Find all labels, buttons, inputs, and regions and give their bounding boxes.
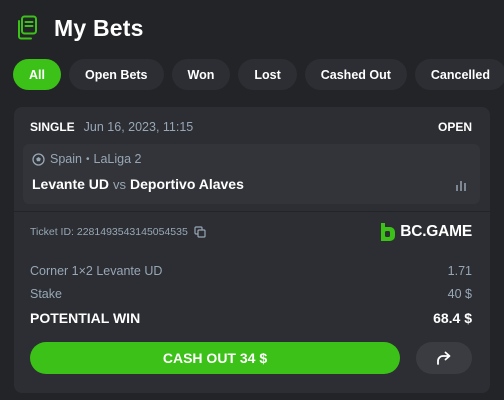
- page-title: My Bets: [54, 14, 144, 41]
- ticket-id-text: Ticket ID: 2281493543145054535: [30, 226, 188, 238]
- bet-type: SINGLE: [30, 120, 75, 134]
- stake-label: Stake: [30, 287, 62, 301]
- soccer-ball-icon: [32, 152, 45, 166]
- tab-open-bets[interactable]: Open Bets: [69, 59, 164, 90]
- page-header: My Bets: [16, 10, 144, 46]
- match-league: LaLiga 2: [93, 152, 142, 166]
- tab-lost[interactable]: Lost: [238, 59, 297, 90]
- stats-chart-icon[interactable]: [454, 179, 468, 191]
- card-divider: [14, 211, 490, 212]
- brand-name: BC.GAME: [400, 223, 472, 240]
- league-info: Spain • LaLiga 2: [32, 152, 141, 166]
- selection-odds: 1.71: [447, 264, 472, 278]
- home-team: Levante UD: [32, 176, 110, 192]
- selection-row: Corner 1×2 Levante UD 1.71: [30, 262, 472, 280]
- tab-all[interactable]: All: [13, 59, 61, 90]
- share-button[interactable]: [416, 342, 472, 374]
- stake-row: Stake 40 $: [30, 285, 472, 303]
- separator-dot: •: [85, 153, 90, 165]
- match-country: Spain: [50, 152, 82, 166]
- bets-list-icon: [16, 14, 42, 42]
- tab-cashed-out[interactable]: Cashed Out: [304, 59, 407, 90]
- potential-win-row: POTENTIAL WIN 68.4 $: [30, 309, 472, 327]
- match-teams: Levante UD vs Deportivo Alaves: [32, 176, 244, 192]
- bet-card: SINGLE Jun 16, 2023, 11:15 OPEN Spain • …: [14, 107, 490, 393]
- away-team: Deportivo Alaves: [130, 176, 244, 192]
- stake-value: 40 $: [447, 287, 472, 301]
- bet-card-header: SINGLE Jun 16, 2023, 11:15 OPEN: [30, 118, 472, 136]
- bet-date: Jun 16, 2023, 11:15: [83, 120, 194, 134]
- tab-won[interactable]: Won: [171, 59, 231, 90]
- cash-out-button[interactable]: CASH OUT 34 $: [30, 342, 400, 374]
- bc-game-logo-icon: [380, 222, 396, 242]
- match-panel[interactable]: Spain • LaLiga 2 Levante UD vs Deportivo…: [23, 144, 480, 204]
- status-badge: OPEN: [437, 120, 472, 134]
- bet-filter-tabs: All Open Bets Won Lost Cashed Out Cancel…: [13, 59, 504, 91]
- tab-cancelled[interactable]: Cancelled: [414, 59, 504, 90]
- share-arrow-icon: [436, 351, 452, 365]
- selection-label: Corner 1×2 Levante UD: [30, 264, 163, 278]
- ticket-id: Ticket ID: 2281493543145054535: [30, 226, 206, 238]
- potential-win-label: POTENTIAL WIN: [30, 310, 141, 326]
- versus-label: vs: [113, 176, 127, 192]
- brand-logo: BC.GAME: [380, 221, 472, 243]
- potential-win-value: 68.4 $: [433, 310, 472, 326]
- copy-icon[interactable]: [194, 226, 206, 238]
